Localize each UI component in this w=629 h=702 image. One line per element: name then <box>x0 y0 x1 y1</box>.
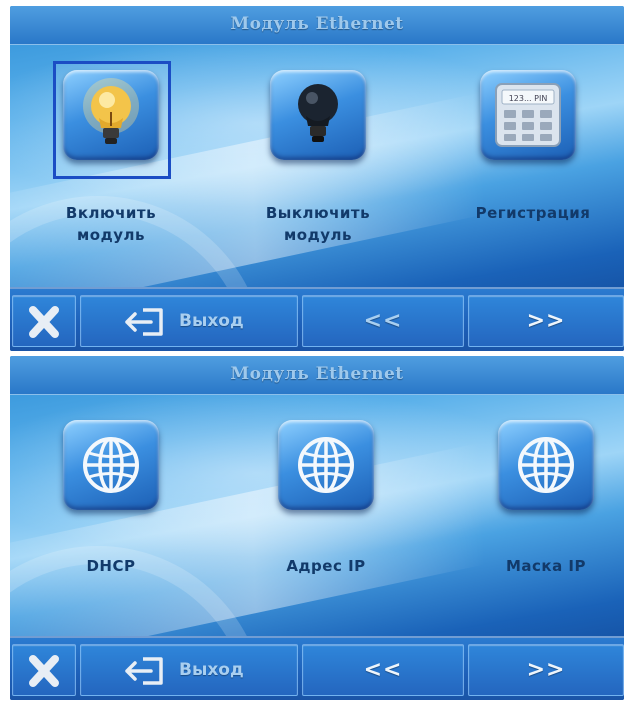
lightbulb-on-icon <box>83 78 139 144</box>
close-button[interactable] <box>12 644 76 696</box>
ethernet-module-screen-2: Модуль Ethernet DHCP Адрес IP Маска IP В… <box>10 356 624 700</box>
ip-address-button[interactable] <box>278 420 374 510</box>
exit-label: Выход <box>179 311 244 331</box>
globe-icon <box>518 437 574 493</box>
pin-keypad-icon: 123... PIN <box>495 83 561 147</box>
lightbulb-off-icon <box>298 84 338 142</box>
close-x-icon <box>29 306 59 338</box>
title-bar: Модуль Ethernet <box>10 6 624 45</box>
next-label: >> <box>526 308 566 334</box>
ip-mask-button[interactable] <box>498 420 594 510</box>
previous-page-button[interactable]: << <box>302 295 464 347</box>
enable-module-button[interactable] <box>63 70 159 160</box>
ip-address-label: Адрес IP <box>286 557 366 575</box>
ethernet-module-screen-1: Модуль Ethernet Включить модуль Выключит… <box>10 6 624 351</box>
exit-door-icon <box>125 657 163 685</box>
previous-page-button[interactable]: << <box>302 644 464 696</box>
close-x-icon <box>29 655 59 687</box>
exit-label: Выход <box>179 660 244 680</box>
next-page-button[interactable]: >> <box>468 295 624 347</box>
ip-mask-label: Маска IP <box>505 557 587 575</box>
exit-door-icon <box>125 308 163 336</box>
exit-button[interactable]: Выход <box>80 644 298 696</box>
next-label: >> <box>526 657 566 683</box>
disable-module-label: Выключить модуль <box>265 204 371 244</box>
close-button[interactable] <box>12 295 76 347</box>
dhcp-label: DHCP <box>86 557 136 575</box>
dhcp-button[interactable] <box>63 420 159 510</box>
screen-title: Модуль Ethernet <box>230 14 404 34</box>
registration-label: Регистрация <box>475 204 591 222</box>
disable-module-button[interactable] <box>270 70 366 160</box>
exit-button[interactable]: Выход <box>80 295 298 347</box>
bottom-toolbar: Выход << >> <box>10 636 624 700</box>
next-page-button[interactable]: >> <box>468 644 624 696</box>
title-bar: Модуль Ethernet <box>10 356 624 395</box>
globe-icon <box>83 437 139 493</box>
bottom-toolbar: Выход << >> <box>10 287 624 351</box>
previous-label: << <box>363 657 403 683</box>
pin-display-text: 123... PIN <box>509 94 548 103</box>
enable-module-label: Включить модуль <box>65 204 157 244</box>
globe-icon <box>298 437 354 493</box>
registration-button[interactable]: 123... PIN <box>480 70 576 160</box>
previous-label: << <box>363 308 403 334</box>
screen-title: Модуль Ethernet <box>230 364 404 384</box>
